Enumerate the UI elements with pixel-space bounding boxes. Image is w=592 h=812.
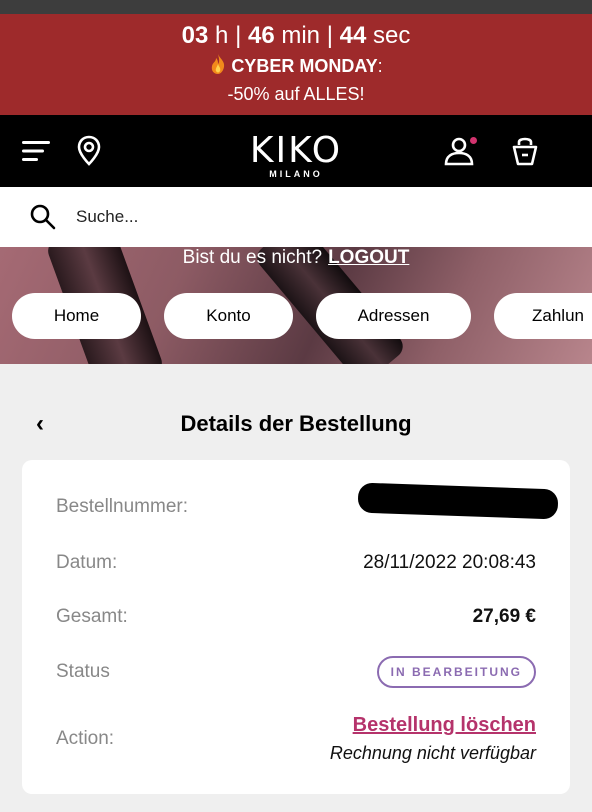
order-details-section: ‹ Details der Bestellung Bestellnummer: … — [0, 364, 592, 812]
order-card: Bestellnummer: Datum: 28/11/2022 20:08:4… — [22, 460, 570, 794]
total-label: Gesamt: — [56, 606, 128, 627]
flame-icon — [212, 54, 225, 74]
countdown-timer: 03 h | 46 min | 44 sec — [181, 22, 411, 49]
promo-banner[interactable]: 03 h | 46 min | 44 sec CYBER MONDAY: -50… — [0, 14, 592, 115]
status-badge: IN BEARBEITUNG — [376, 656, 536, 688]
account-banner: Bist du es nicht? LOGOUT Home Konto Adres… — [0, 247, 592, 364]
total-row: Gesamt: 27,69 € — [56, 606, 536, 628]
action-group: Bestellung löschen Rechnung nicht verfüg… — [330, 714, 536, 764]
page-title: Details der Bestellung — [180, 411, 412, 436]
promo-event: CYBER MONDAY: — [0, 52, 592, 80]
search-icon — [30, 204, 56, 230]
date-value: 28/11/2022 20:08:43 — [363, 552, 536, 573]
logout-link[interactable]: LOGOUT — [328, 247, 409, 268]
title-bar: ‹ Details der Bestellung — [0, 410, 592, 440]
action-label: Action: — [56, 728, 115, 749]
promo-offer: -50% auf ALLES! — [227, 84, 365, 104]
order-number-row: Bestellnummer: — [56, 496, 536, 518]
nav-zahlung-button[interactable]: Zahlun — [494, 293, 592, 339]
date-row: Datum: 28/11/2022 20:08:43 — [56, 552, 536, 574]
total-value: 27,69 € — [472, 606, 536, 627]
search-input[interactable]: Suche... — [76, 207, 138, 227]
back-chevron-icon[interactable]: ‹ — [36, 410, 44, 438]
nav-home-button[interactable]: Home — [12, 293, 141, 339]
notification-dot — [470, 137, 477, 144]
invoice-note: Rechnung nicht verfügbar — [329, 743, 536, 763]
not-you-line: Bist du es nicht? LOGOUT — [182, 247, 410, 268]
status-label: Status — [56, 661, 110, 682]
nav-adressen-button[interactable]: Adressen — [316, 293, 471, 339]
account-nav: Home Konto Adressen Zahlun — [12, 293, 592, 339]
delete-order-link[interactable]: Bestellung löschen — [330, 714, 536, 737]
action-row: Action: Bestellung löschen Rechnung nich… — [56, 714, 536, 764]
kiko-logo[interactable]: KIKO MILANO — [0, 133, 592, 180]
site-header: KIKO MILANO — [0, 115, 592, 187]
nav-konto-button[interactable]: Konto — [164, 293, 293, 339]
bag-icon[interactable] — [510, 115, 540, 187]
status-row: Status IN BEARBEITUNG — [56, 656, 536, 688]
account-icon[interactable] — [443, 115, 477, 187]
date-label: Datum: — [56, 552, 118, 573]
status-bar — [0, 0, 592, 14]
order-number-label: Bestellnummer: — [56, 496, 188, 517]
search-bar[interactable]: Suche... — [0, 187, 592, 247]
